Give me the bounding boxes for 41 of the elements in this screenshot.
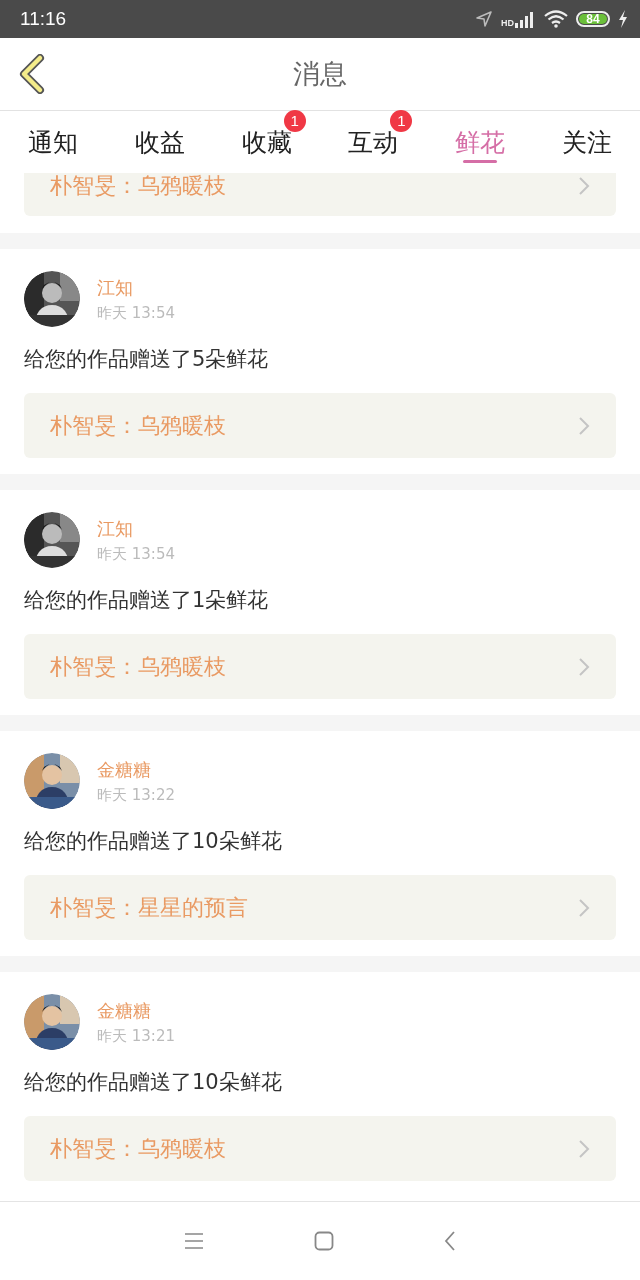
- work-link[interactable]: 朴智旻：乌鸦暖枝: [24, 173, 616, 216]
- network-type: HD: [501, 18, 514, 28]
- tab[interactable]: 鲜花: [426, 111, 534, 173]
- message-text: 给您的作品赠送了5朵鲜花: [24, 346, 270, 373]
- user-name: 金糖糖: [97, 998, 152, 1023]
- charging-icon: [618, 10, 628, 28]
- message-text: 给您的作品赠送了10朵鲜花: [24, 828, 283, 855]
- work-link[interactable]: 朴智旻：乌鸦暖枝: [24, 393, 616, 458]
- back-icon[interactable]: [444, 1231, 456, 1251]
- tab[interactable]: 通知: [0, 111, 107, 173]
- page-title: 消息: [293, 57, 347, 91]
- user-name: 江知: [97, 516, 134, 541]
- tab[interactable]: 收益: [106, 111, 214, 173]
- message-text: 给您的作品赠送了10朵鲜花: [24, 1069, 283, 1096]
- message-time: 昨天 13:21: [97, 1026, 175, 1046]
- wifi-icon: [544, 10, 568, 28]
- message-text: 给您的作品赠送了1朵鲜花: [24, 587, 270, 614]
- chevron-icon: [578, 176, 590, 196]
- tab[interactable]: 收藏 1: [213, 111, 320, 173]
- menu-icon[interactable]: [184, 1232, 204, 1250]
- work-link[interactable]: 朴智旻：星星的预言: [24, 875, 616, 940]
- work-link[interactable]: 朴智旻：乌鸦暖枝: [24, 634, 616, 699]
- work-link[interactable]: 朴智旻：乌鸦暖枝: [24, 1116, 616, 1181]
- chevron-icon: [578, 897, 590, 918]
- tab[interactable]: 关注: [533, 111, 640, 173]
- home-icon[interactable]: [314, 1231, 334, 1251]
- message-time: 昨天 13:22: [97, 785, 175, 805]
- status-time: 11:16: [20, 8, 67, 30]
- message-time: 昨天 13:54: [97, 303, 175, 323]
- count-badge: 1: [283, 109, 306, 132]
- signal-icon: [514, 10, 536, 28]
- user-name: 江知: [97, 275, 134, 300]
- chevron-icon: [578, 1138, 590, 1159]
- user-name: 金糖糖: [97, 757, 152, 782]
- battery-icon: 84: [576, 11, 610, 27]
- chevron-icon: [578, 656, 590, 677]
- count-badge: 1: [390, 109, 413, 132]
- message-time: 昨天 13:54: [97, 544, 175, 564]
- chevron-icon: [578, 415, 590, 436]
- tab[interactable]: 互动 1: [320, 111, 427, 173]
- location-icon: [475, 10, 493, 28]
